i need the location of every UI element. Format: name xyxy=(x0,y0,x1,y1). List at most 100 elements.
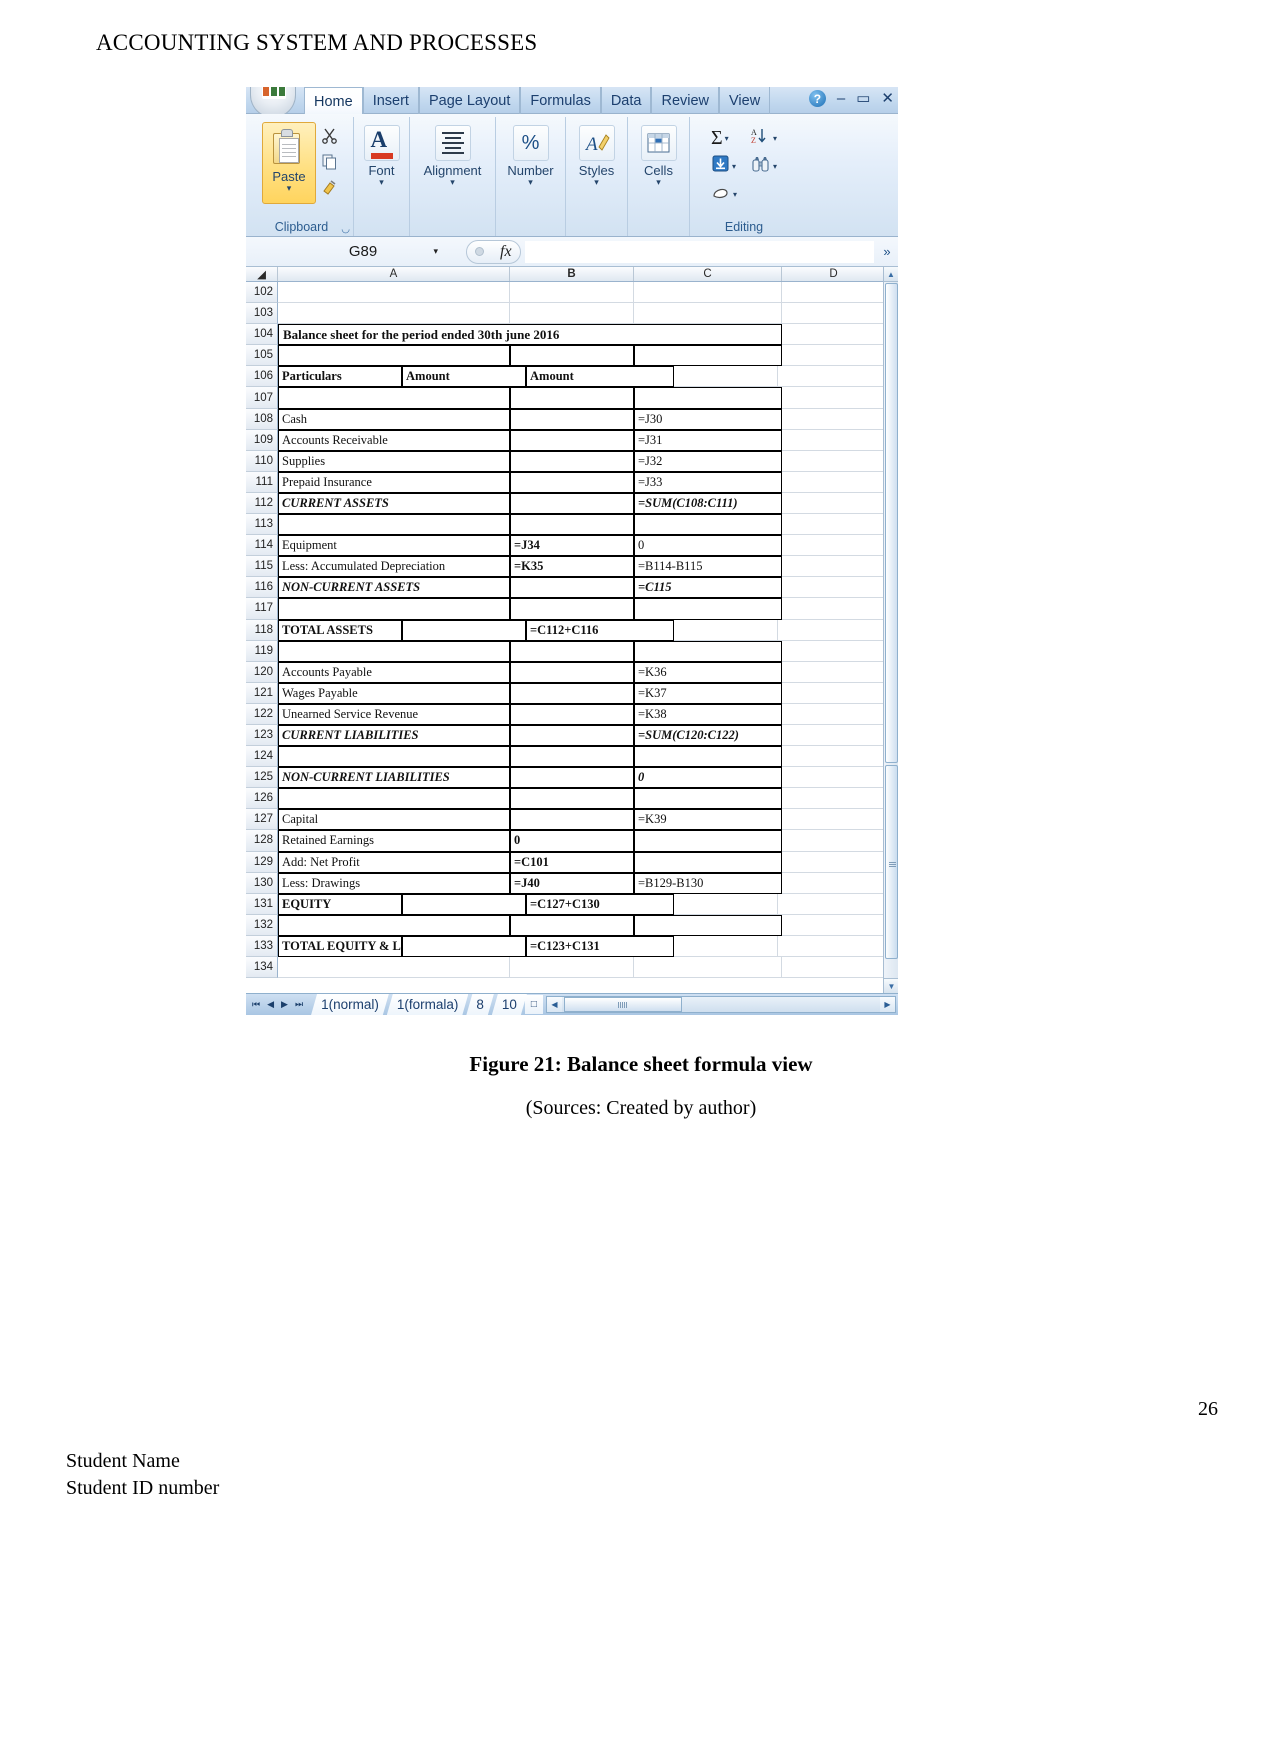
paste-button[interactable]: Paste ▾ xyxy=(262,122,316,204)
cell-a[interactable]: Accounts Receivable xyxy=(278,429,510,451)
row-header[interactable]: 131 xyxy=(246,893,278,915)
row-header[interactable]: 117 xyxy=(246,598,278,620)
cell-a[interactable]: Unearned Service Revenue xyxy=(278,703,510,725)
horizontal-scroll-thumb[interactable] xyxy=(563,997,682,1012)
cell-b[interactable] xyxy=(402,619,526,641)
cell-c[interactable]: =K36 xyxy=(634,661,782,683)
cell-c[interactable]: 0 xyxy=(634,767,782,789)
cell-b[interactable] xyxy=(510,724,634,747)
cell-b[interactable] xyxy=(510,957,634,979)
cell-b[interactable]: 0 xyxy=(510,830,634,852)
cell-a[interactable] xyxy=(278,303,510,325)
copy-icon[interactable] xyxy=(318,150,341,172)
row-header[interactable]: 133 xyxy=(246,935,278,957)
cell-c[interactable]: =J33 xyxy=(634,471,782,493)
cell-a[interactable] xyxy=(278,914,510,936)
autosum-button[interactable]: Σ ▾ xyxy=(711,125,737,151)
cell-d[interactable] xyxy=(782,408,886,430)
cell-a[interactable]: Particulars xyxy=(278,366,402,388)
cell-d[interactable] xyxy=(674,366,778,388)
cells-button[interactable]: Cells ▾ xyxy=(631,122,687,202)
chevron-down-icon[interactable]: ▾ xyxy=(287,184,292,193)
cell-d[interactable] xyxy=(782,282,886,304)
horizontal-scrollbar[interactable]: ◀ ▶ xyxy=(545,996,896,1013)
cell-c[interactable] xyxy=(634,640,782,662)
cell-c[interactable]: =C112+C116 xyxy=(526,619,674,641)
cell-b[interactable] xyxy=(510,661,634,683)
clear-button[interactable]: ▾ xyxy=(711,181,737,207)
cell-d[interactable] xyxy=(674,935,778,957)
cell-c[interactable] xyxy=(634,851,782,873)
row-header[interactable]: 132 xyxy=(246,914,278,936)
row-header[interactable]: 114 xyxy=(246,535,278,557)
row-header[interactable]: 104 xyxy=(246,324,278,346)
row-header[interactable]: 128 xyxy=(246,830,278,852)
cell-d[interactable] xyxy=(782,514,886,536)
select-all-corner[interactable]: ◢ xyxy=(246,267,278,281)
cell-b[interactable] xyxy=(510,746,634,768)
sheet-tab-1-normal[interactable]: 1(normal) xyxy=(311,994,389,1015)
tab-data[interactable]: Data xyxy=(600,87,652,114)
row-header[interactable]: 111 xyxy=(246,471,278,493)
cell-c[interactable]: =J31 xyxy=(634,429,782,451)
cell-c[interactable] xyxy=(634,345,782,367)
cell-d[interactable] xyxy=(782,682,886,704)
scroll-left-icon[interactable]: ◀ xyxy=(546,997,562,1012)
row-header[interactable]: 103 xyxy=(246,303,278,325)
cell-a[interactable]: Less: Drawings xyxy=(278,872,510,894)
cell-filler[interactable] xyxy=(778,620,898,641)
chevron-down-icon[interactable]: ▾ xyxy=(725,134,729,143)
fill-button[interactable]: ▾ xyxy=(711,153,737,179)
cell-a[interactable]: TOTAL EQUITY & LIABILITY xyxy=(278,935,402,957)
cell-c[interactable] xyxy=(634,514,782,536)
cell-d[interactable] xyxy=(782,851,886,873)
cell-b[interactable] xyxy=(510,429,634,451)
cell-b[interactable] xyxy=(510,387,634,409)
vertical-scroll-thumb-lower[interactable] xyxy=(885,765,898,959)
cell-b[interactable]: =J40 xyxy=(510,872,634,894)
cell-b[interactable] xyxy=(510,640,634,662)
cell-b[interactable] xyxy=(510,282,634,304)
cell-c[interactable]: =C115 xyxy=(634,577,782,599)
cell-a[interactable]: Cash xyxy=(278,408,510,430)
cancel-icon[interactable] xyxy=(475,247,484,256)
cell-b[interactable]: Amount xyxy=(402,366,526,388)
tab-review[interactable]: Review xyxy=(651,87,720,114)
cell-c[interactable] xyxy=(634,914,782,936)
row-header[interactable]: 121 xyxy=(246,682,278,704)
cell-c[interactable] xyxy=(634,830,782,852)
cell-c[interactable]: 0 xyxy=(634,535,782,557)
row-header[interactable]: 115 xyxy=(246,556,278,578)
prev-sheet-icon[interactable]: ◀ xyxy=(267,999,274,1010)
sort-filter-button[interactable]: A Z ▾ xyxy=(751,125,777,151)
scroll-right-icon[interactable]: ▶ xyxy=(880,997,895,1012)
cell-b[interactable] xyxy=(402,935,526,957)
cell-c[interactable]: =J30 xyxy=(634,408,782,430)
last-sheet-icon[interactable]: ⏭ xyxy=(295,999,303,1010)
cell-d[interactable] xyxy=(782,809,886,831)
chevron-down-icon[interactable]: ▾ xyxy=(733,190,737,199)
cut-icon[interactable] xyxy=(318,124,341,146)
chevron-down-icon[interactable]: ▾ xyxy=(656,178,661,187)
cell-d[interactable] xyxy=(782,724,886,747)
chevron-down-icon[interactable]: ▾ xyxy=(594,178,599,187)
cell-d[interactable] xyxy=(782,556,886,578)
cell-d[interactable] xyxy=(782,303,886,325)
next-sheet-icon[interactable]: ▶ xyxy=(281,999,288,1010)
row-header[interactable]: 134 xyxy=(246,957,278,979)
cell-a[interactable]: Accounts Payable xyxy=(278,661,510,683)
cell-d[interactable] xyxy=(782,345,886,367)
sheet-tab-1-formala[interactable]: 1(formala) xyxy=(387,994,469,1015)
cell-filler[interactable] xyxy=(778,366,898,388)
row-header[interactable]: 129 xyxy=(246,851,278,873)
cell-d[interactable] xyxy=(782,492,886,515)
cell-a[interactable] xyxy=(278,598,510,620)
cell-a[interactable] xyxy=(278,957,510,979)
column-header-d[interactable]: D xyxy=(782,267,886,281)
cell-b[interactable]: =C101 xyxy=(510,851,634,873)
cell-d[interactable] xyxy=(782,914,886,936)
cell-b[interactable] xyxy=(510,345,634,367)
cell-c[interactable]: Amount xyxy=(526,366,674,388)
cell-b[interactable]: =J34 xyxy=(510,535,634,557)
cell-a[interactable]: NON-CURRENT LIABILITIES xyxy=(278,767,510,789)
